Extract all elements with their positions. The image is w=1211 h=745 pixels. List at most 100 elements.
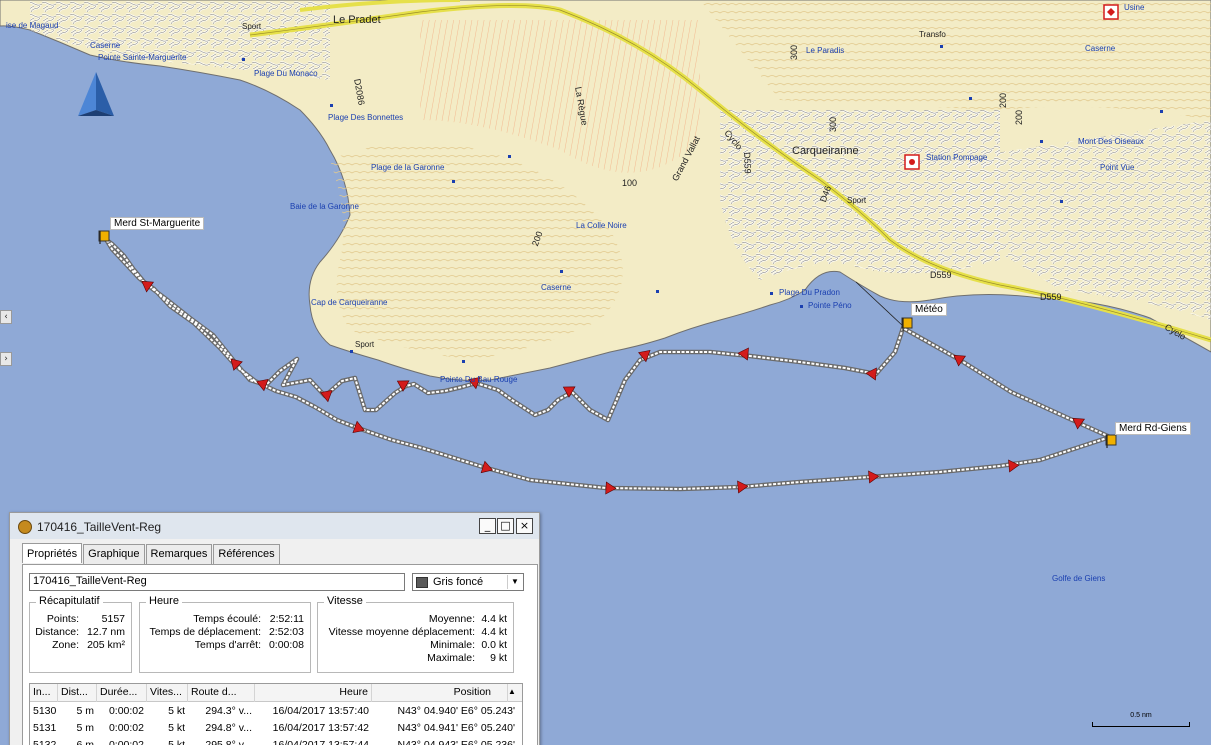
column-header-duration[interactable]: Durée... — [97, 684, 147, 702]
summary-value: 5157 — [101, 613, 125, 625]
map-road-label: Transfo — [919, 30, 946, 39]
column-header-course[interactable]: Route d... — [188, 684, 255, 702]
scale-bar: 0.5 nm — [1092, 712, 1190, 730]
map-town-label: Le Pradet — [333, 14, 381, 26]
speed-group: Vitesse Moyenne: 4.4 kt Vitesse moyenne … — [317, 595, 514, 673]
map-place-label: Caserne — [90, 41, 121, 50]
time-label: Temps de déplacement: — [149, 626, 261, 638]
map-contour-label: 300 — [828, 116, 838, 132]
window-titlebar[interactable]: 170416_TailleVent-Reg _ □ × — [10, 513, 539, 539]
map-scroll-up-icon[interactable]: ‹ — [0, 310, 12, 324]
tab-bar: Propriétés Graphique Remarques Référence… — [22, 543, 281, 564]
map-place-label: Plage de la Garonne — [371, 163, 445, 172]
table-row[interactable]: 5131 5 m 0:00:02 5 kt 294.8° v... 16/04/2017 … — [30, 720, 522, 737]
cell-course: 294.3° v... — [205, 705, 252, 717]
cell-distance: 5 m — [76, 705, 94, 717]
map-road-label: D559 — [742, 152, 753, 174]
maximize-button[interactable]: □ — [497, 518, 514, 534]
map-place-label: Station Pompage — [926, 153, 988, 162]
track-color-select[interactable]: Gris foncé ▼ — [412, 573, 524, 591]
close-button[interactable]: × — [516, 518, 533, 534]
speed-value: 9 kt — [490, 652, 507, 664]
map-place-label: Plage Des Bonnettes — [328, 113, 404, 122]
map-place-label: Le Paradis — [806, 46, 845, 55]
waypoint-label[interactable]: Merd Rd-Giens — [1115, 422, 1191, 435]
cell-time: 16/04/2017 13:57:44 — [272, 739, 369, 745]
cell-speed: 5 kt — [168, 739, 185, 745]
time-group: Heure Temps écoulé: 2:52:11 Temps de dép… — [139, 595, 311, 673]
cell-duration: 0:00:02 — [108, 722, 144, 734]
map-contour-label: 200 — [1014, 109, 1024, 125]
time-value: 2:52:11 — [269, 613, 304, 625]
speed-value: 0.0 kt — [481, 639, 507, 651]
minimize-button[interactable]: _ — [479, 518, 496, 534]
table-row[interactable]: 5132 6 m 0:00:02 5 kt 295.8° v... 16/04/2017 … — [30, 737, 522, 745]
cell-position: N43° 04.940' E6° 05.243' — [397, 705, 516, 717]
color-swatch — [416, 577, 428, 588]
column-header-position[interactable]: Position — [372, 684, 508, 702]
track-points-table[interactable]: In... Dist... Durée... Vites... Route d.… — [29, 683, 523, 745]
speed-label: Maximale: — [427, 652, 475, 664]
scale-bar-label: 0.5 nm — [1130, 712, 1152, 719]
tab-graph[interactable]: Graphique — [83, 544, 145, 564]
tab-properties[interactable]: Propriétés — [22, 543, 83, 563]
summary-label: Zone: — [52, 639, 79, 651]
map-place-label: Pointe Du Bau Rouge — [440, 375, 518, 384]
time-value: 0:00:08 — [268, 639, 304, 651]
tab-notes[interactable]: Remarques — [145, 544, 213, 564]
cell-duration: 0:00:02 — [108, 739, 144, 745]
speed-label: Vitesse moyenne déplacement: — [328, 626, 475, 638]
cell-index: 5130 — [33, 705, 57, 717]
map-place-label: Usine — [1124, 3, 1145, 12]
waypoint-label[interactable]: Merd St-Marguerite — [110, 217, 205, 230]
tab-references[interactable]: Références — [213, 544, 280, 564]
table-row[interactable]: 5130 5 m 0:00:02 5 kt 294.3° v... 16/04/2017 … — [30, 703, 522, 720]
map-place-label: Golfe de Giens — [1052, 574, 1106, 583]
cell-index: 5131 — [33, 722, 57, 734]
map-scroll-down-icon[interactable]: › — [0, 352, 12, 366]
time-label: Temps écoulé: — [193, 613, 261, 625]
time-group-title: Heure — [146, 595, 182, 607]
cell-duration: 0:00:02 — [108, 705, 144, 717]
time-label: Temps d'arrêt: — [194, 639, 261, 651]
map-road-label: Sport — [242, 22, 262, 31]
column-header-index[interactable]: In... — [30, 684, 58, 702]
map-place-label: Cap de Carqueiranne — [311, 298, 388, 307]
column-header-speed[interactable]: Vites... — [147, 684, 188, 702]
map-application: ‹ › ise de Magaud Caserne Pointe Sainte-… — [0, 0, 1211, 745]
cell-time: 16/04/2017 13:57:42 — [272, 722, 369, 734]
chevron-down-icon[interactable]: ▼ — [507, 575, 522, 589]
time-value: 2:52:03 — [268, 626, 304, 638]
cell-course: 294.8° v... — [205, 722, 252, 734]
cell-position: N43° 04.943' E6° 05.236' — [397, 739, 516, 745]
map-road-label: D559 — [1040, 292, 1062, 302]
summary-value: 205 km² — [87, 639, 125, 651]
map-place-label: Mont Des Oiseaux — [1078, 137, 1144, 146]
map-place-label: Pointe Péno — [808, 301, 852, 310]
track-properties-window[interactable]: 170416_TailleVent-Reg _ □ × Propriétés G… — [9, 512, 540, 745]
map-contour-label: 200 — [998, 92, 1008, 108]
map-contour-label: 100 — [622, 178, 638, 188]
map-place-label: Baie de la Garonne — [290, 202, 359, 211]
map-place-label: Pointe Sainte-Marguerite — [98, 53, 187, 62]
cell-distance: 6 m — [76, 739, 94, 745]
sort-ascending-icon[interactable]: ▲ — [508, 687, 516, 696]
map-contour-label: 300 — [789, 44, 799, 60]
map-place-label: La Colle Noire — [576, 221, 627, 230]
summary-label: Distance: — [35, 626, 79, 638]
summary-group-title: Récapitulatif — [36, 595, 103, 607]
summary-group: Récapitulatif Points: 5157 Distance: 12.… — [29, 595, 132, 673]
track-name-input[interactable]: 170416_TailleVent-Reg — [29, 573, 405, 591]
waypoint-label[interactable]: Météo — [911, 303, 947, 316]
map-place-label: Caserne — [541, 283, 572, 292]
column-header-distance[interactable]: Dist... — [58, 684, 97, 702]
speed-label: Minimale: — [430, 639, 475, 651]
map-place-label: Caserne — [1085, 44, 1116, 53]
cell-distance: 5 m — [76, 722, 94, 734]
summary-value: 12.7 nm — [87, 626, 125, 638]
map-road-label: Sport — [847, 196, 867, 205]
cell-speed: 5 kt — [168, 705, 185, 717]
track-icon — [18, 520, 32, 534]
column-header-time[interactable]: Heure — [255, 684, 372, 702]
summary-label: Points: — [46, 613, 79, 625]
